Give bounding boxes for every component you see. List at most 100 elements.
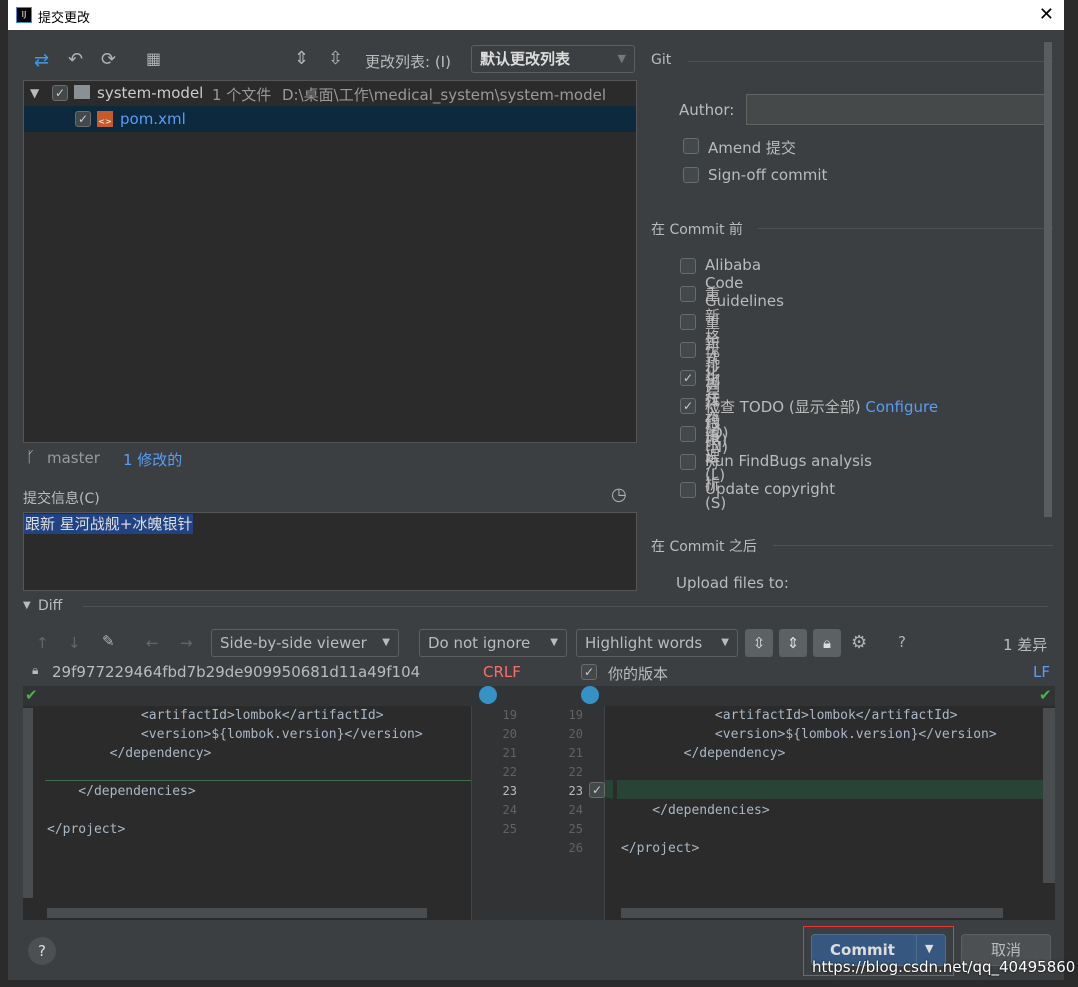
divider xyxy=(83,606,1048,607)
option-checkbox[interactable] xyxy=(680,482,696,498)
right-eol[interactable]: LF xyxy=(1033,663,1050,681)
option-checkbox[interactable] xyxy=(680,286,696,302)
diff-label: Diff xyxy=(38,598,63,614)
diff-collapse-icon[interactable]: ▼ xyxy=(23,600,31,611)
folder-icon xyxy=(74,85,90,99)
git-section: Git xyxy=(651,52,672,68)
tree-node-file[interactable]: ✓ <> pom.xml xyxy=(24,106,636,132)
tree-node-root[interactable]: ▼ ✓ system-model 1 个文件 D:\桌面\工作\medical_… xyxy=(24,81,636,106)
module-path: D:\桌面\工作\medical_system\system-model xyxy=(282,86,607,104)
ignore-select[interactable]: Do not ignore ▼ xyxy=(419,629,567,657)
diff-editor[interactable]: ✔ ✔ <artifactId>lombok</artifactId> <ver… xyxy=(23,686,1055,920)
commit-message-label: 提交信息(C) xyxy=(23,491,100,507)
code-line: </project> xyxy=(47,822,126,837)
collapse-unchanged-icon[interactable]: ⇳ xyxy=(745,629,773,657)
changelist-value: 默认更改列表 xyxy=(480,50,571,68)
option-checkbox[interactable]: ✓ xyxy=(680,398,696,414)
root-checkbox[interactable]: ✓ xyxy=(52,85,68,101)
diff-count: 1 差异 xyxy=(1003,636,1048,654)
line-number: 25 xyxy=(568,822,583,836)
option-checkbox[interactable]: ✓ xyxy=(680,370,696,386)
chevron-down-icon: ▼ xyxy=(721,637,729,648)
author-input[interactable] xyxy=(746,94,1049,125)
rollback-icon[interactable]: ↶ xyxy=(68,49,83,70)
left-gutter-scroll[interactable] xyxy=(23,708,33,898)
option-checkbox[interactable] xyxy=(680,258,696,274)
file-checkbox[interactable]: ✓ xyxy=(75,111,91,127)
left-line-numbers: 19 20 21 22 23 24 25 xyxy=(493,706,517,839)
left-revision: 29f977229464fbd7b29de909950681d11a49f104 xyxy=(52,663,421,681)
option-label: Run FindBugs analysis xyxy=(705,452,872,470)
show-diff-icon[interactable]: ⇄ xyxy=(34,50,49,71)
option-checkbox[interactable] xyxy=(680,314,696,330)
next-diff-icon[interactable]: ↓ xyxy=(68,634,81,652)
next-file-icon[interactable]: → xyxy=(180,634,193,652)
code-line: </dependencies> xyxy=(47,784,196,799)
line-number: 24 xyxy=(568,803,583,817)
option-label: 检查 TODO (显示全部) xyxy=(705,398,861,416)
line-number: 20 xyxy=(502,727,517,741)
changelist-select[interactable]: 默认更改列表 ▼ xyxy=(471,45,635,73)
chevron-down-icon: ▼ xyxy=(617,52,626,65)
viewer-value: Side-by-side viewer xyxy=(220,634,367,652)
prev-diff-icon[interactable]: ↑ xyxy=(36,634,49,652)
title-bar: IJ 提交更改 ✕ xyxy=(8,0,1064,30)
code-line: <version>${lombok.version}</version> xyxy=(47,727,423,742)
option-checkbox[interactable] xyxy=(680,454,696,470)
left-h-scrollbar[interactable] xyxy=(47,908,427,918)
divider xyxy=(773,545,1053,546)
module-name: system-model xyxy=(97,84,204,102)
right-v-scrollbar[interactable] xyxy=(1043,708,1055,883)
group-by-icon[interactable]: ▦ xyxy=(146,49,161,68)
line-number: 23 xyxy=(568,784,583,798)
line-number: 19 xyxy=(568,708,583,722)
expand-all-icon[interactable]: ⇕ xyxy=(294,48,309,69)
branch-name[interactable]: master xyxy=(47,449,100,467)
line-number-gutter xyxy=(471,706,605,920)
line-number: 19 xyxy=(502,708,517,722)
configure-link[interactable]: Configure xyxy=(865,398,938,416)
right-h-scrollbar[interactable] xyxy=(621,908,1003,918)
changes-count[interactable]: 1 修改的 xyxy=(123,449,182,470)
close-icon[interactable]: ✕ xyxy=(1039,4,1054,25)
code-line: </dependency> xyxy=(47,746,212,761)
divider xyxy=(688,61,1053,62)
watermark: https://blog.csdn.net/qq_40495860 xyxy=(812,958,1076,976)
help-icon[interactable]: ? xyxy=(898,633,906,651)
commit-message-input[interactable]: 跟新 星河战舰+冰魄银针 xyxy=(23,512,637,591)
amend-checkbox[interactable] xyxy=(683,138,699,154)
right-label: 你的版本 xyxy=(608,665,669,683)
right-code: <artifactId>lombok</artifactId> <version… xyxy=(621,706,1051,858)
sync-scroll-icon[interactable]: ⇕ xyxy=(779,629,807,657)
signoff-checkbox[interactable] xyxy=(683,167,699,183)
right-revision-icon[interactable] xyxy=(581,686,599,704)
chevron-down-icon: ▼ xyxy=(382,637,390,648)
expand-arrow-icon[interactable]: ▼ xyxy=(30,86,39,100)
highlight-select[interactable]: Highlight words ▼ xyxy=(576,629,738,657)
commit-options-chevron-icon[interactable]: ▼ xyxy=(925,942,933,955)
option-checkbox[interactable] xyxy=(680,342,696,358)
changes-tree[interactable]: ▼ ✓ system-model 1 个文件 D:\桌面\工作\medical_… xyxy=(23,80,637,443)
line-number: 21 xyxy=(502,746,517,760)
edit-icon[interactable]: ✎ xyxy=(102,632,115,650)
left-eol[interactable]: CRLF xyxy=(483,663,521,681)
line-number: 25 xyxy=(502,822,517,836)
refresh-icon[interactable]: ⟳ xyxy=(101,49,116,70)
help-button[interactable]: ? xyxy=(28,937,56,965)
history-icon[interactable]: ◷ xyxy=(611,484,627,505)
app-icon: IJ xyxy=(16,7,32,23)
viewer-select[interactable]: Side-by-side viewer ▼ xyxy=(211,629,399,657)
divider xyxy=(758,228,1053,229)
settings-gear-icon[interactable]: ⚙ xyxy=(851,632,867,653)
prev-file-icon[interactable]: ← xyxy=(146,634,159,652)
left-revision-icon[interactable] xyxy=(479,686,497,704)
right-panel-scrollbar[interactable] xyxy=(1044,42,1052,517)
include-change-checkbox[interactable]: ✓ xyxy=(589,782,605,798)
collapse-all-icon[interactable]: ⇳ xyxy=(328,48,343,69)
lock-icon[interactable]: 🔒︎ xyxy=(813,629,841,657)
option-checkbox[interactable] xyxy=(680,426,696,442)
your-version-checkbox[interactable]: ✓ xyxy=(581,664,597,680)
